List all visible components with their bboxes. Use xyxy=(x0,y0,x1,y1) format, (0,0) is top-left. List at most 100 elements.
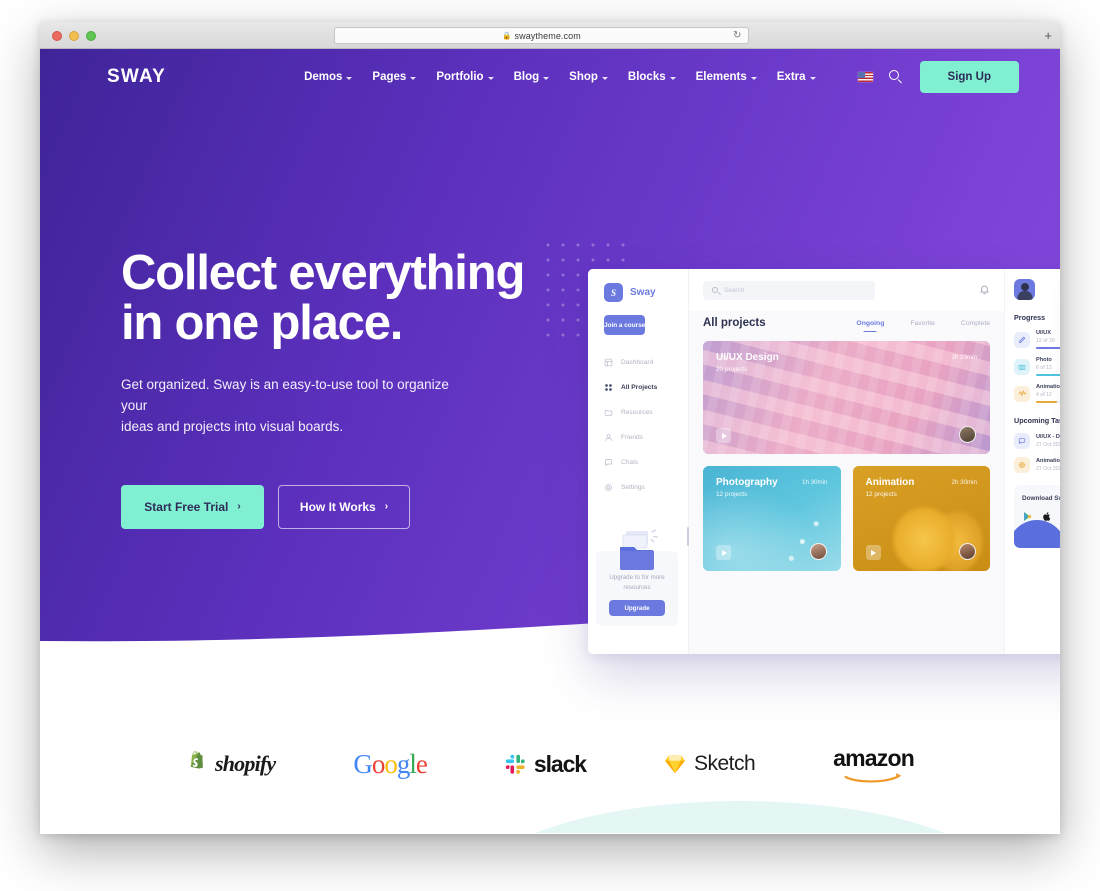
nav-item-extra[interactable]: Extra xyxy=(777,71,816,83)
app-nav-all-projects[interactable]: All Projects xyxy=(588,375,689,546)
card-subtitle: 12 projects xyxy=(865,491,897,498)
site-navbar: SWAY Demos Pages Portfolio Blog Shop Blo… xyxy=(40,49,1060,105)
download-app-card: Download Sway Now! xyxy=(1014,485,1060,549)
app-main-panel: Search All projects Ongoing Favorite Com… xyxy=(689,269,1004,654)
card-duration: 1h 30min xyxy=(802,479,828,486)
task-date: 27 Oct 2020, 09:00 xyxy=(1036,442,1060,448)
browser-window: 🔒 swaytheme.com ↻ + SWAY Demos Pages Por… xyxy=(40,22,1060,834)
project-grid: UI/UX Design 20 projects 2h 20min Photog… xyxy=(689,329,1004,571)
play-icon[interactable] xyxy=(716,428,731,443)
nav-label: Extra xyxy=(776,71,806,83)
card-subtitle: 20 projects xyxy=(716,366,748,373)
chevron-down-icon xyxy=(410,76,417,80)
join-course-button[interactable]: Join a course xyxy=(604,315,646,335)
logo-letter: G xyxy=(353,748,372,779)
app-search-input[interactable]: Search xyxy=(703,280,875,300)
logo-letter: e xyxy=(415,748,428,779)
project-card-photography[interactable]: Photography 12 projects 1h 30min xyxy=(703,466,841,571)
task-date: 27 Oct 2020, 11:00 xyxy=(1036,466,1060,472)
logo-amazon: amazon xyxy=(833,742,915,786)
nav-item-blog[interactable]: Blog xyxy=(514,71,550,83)
tab-ongoing[interactable]: Ongoing xyxy=(856,320,884,327)
how-it-works-button[interactable]: How It Works › xyxy=(278,484,410,529)
app-nav-dashboard[interactable]: Dashboard xyxy=(588,350,688,375)
logo-label: shopify xyxy=(214,751,276,776)
chevron-down-icon xyxy=(809,76,816,80)
avatar xyxy=(809,543,827,560)
grid-icon xyxy=(605,384,612,391)
task-item[interactable]: UI/UX - Discussion 27 Oct 2020, 09:00 xyxy=(1014,433,1060,449)
chevron-down-icon xyxy=(601,76,608,80)
app-window: S Sway Join a course Dashboard All Proje… xyxy=(588,269,1060,654)
slack-icon xyxy=(505,754,525,774)
nav-item-blocks[interactable]: Blocks xyxy=(628,71,676,83)
us-flag-icon[interactable] xyxy=(857,72,873,82)
sign-up-button[interactable]: Sign Up xyxy=(919,61,1019,93)
nav-label: Shop xyxy=(569,71,598,83)
task-name: Animation - Review xyxy=(1036,458,1060,464)
search-icon xyxy=(712,287,718,293)
pencil-icon xyxy=(1014,331,1030,348)
nav-item-portfolio[interactable]: Portfolio xyxy=(436,71,494,83)
hero-subtitle: Get organized. Sway is an easy-to-use to… xyxy=(121,376,449,434)
nav-item-elements[interactable]: Elements xyxy=(696,71,757,83)
browser-titlebar: 🔒 swaytheme.com ↻ + xyxy=(40,22,1060,49)
tasks-title: Upcoming Task xyxy=(1014,416,1060,425)
nav-item-demos[interactable]: Demos xyxy=(304,71,353,83)
shape-icon xyxy=(1014,457,1030,473)
search-icon[interactable] xyxy=(888,69,904,85)
wave-icon xyxy=(1014,385,1030,402)
project-tabs: Ongoing Favorite Complete xyxy=(856,320,990,329)
nav-item-shop[interactable]: Shop xyxy=(569,71,608,83)
app-nav-settings[interactable]: Settings xyxy=(588,475,688,500)
window-close-button[interactable] xyxy=(52,31,62,41)
start-free-trial-button[interactable]: Start Free Trial › xyxy=(121,484,264,529)
project-card-animation[interactable]: Animation 12 projects 2h 30min xyxy=(852,466,990,571)
avatar[interactable] xyxy=(1014,279,1035,300)
app-nav-chats[interactable]: Chats xyxy=(588,450,688,475)
app-brand-name: Sway xyxy=(630,287,656,298)
chat-icon xyxy=(1014,433,1030,449)
shopify-icon xyxy=(190,751,203,769)
play-icon[interactable] xyxy=(716,545,731,560)
nav-item-pages[interactable]: Pages xyxy=(372,71,417,83)
upgrade-button[interactable]: Upgrade xyxy=(609,600,665,616)
card-title: UI/UX Design xyxy=(716,352,779,363)
nav-label: Pages xyxy=(372,71,407,83)
play-icon[interactable] xyxy=(865,545,881,560)
url-text: swaytheme.com xyxy=(514,30,581,41)
avatar xyxy=(959,426,976,443)
window-minimize-button[interactable] xyxy=(69,31,79,41)
app-nav-label: All Projects xyxy=(621,384,658,391)
project-card-uiux[interactable]: UI/UX Design 20 projects 2h 20min xyxy=(703,341,990,454)
button-label: Start Free Trial xyxy=(144,499,229,514)
logo-letter: o xyxy=(371,748,385,779)
button-label: How It Works xyxy=(299,499,376,514)
camera-icon xyxy=(1014,358,1030,375)
logo-label: amazon xyxy=(833,745,915,771)
nav-label: Blog xyxy=(513,71,540,83)
dashboard-icon xyxy=(604,358,613,367)
chevron-down-icon xyxy=(346,76,353,80)
app-nav: Dashboard All Projects Resources Friends… xyxy=(588,350,689,546)
address-bar[interactable]: 🔒 swaytheme.com ↻ xyxy=(334,27,749,44)
user-icon xyxy=(605,434,612,441)
chevron-right-icon: › xyxy=(237,501,241,513)
chevron-down-icon xyxy=(543,76,550,80)
logo-letter: g xyxy=(396,748,410,779)
lock-icon: 🔒 xyxy=(502,30,512,40)
hero-content: Collect everything in one place. Get org… xyxy=(121,248,551,529)
new-tab-button[interactable]: + xyxy=(1044,29,1052,42)
site-logo[interactable]: SWAY xyxy=(107,66,166,88)
task-item[interactable]: Animation - Review 27 Oct 2020, 11:00 xyxy=(1014,457,1060,473)
bell-icon[interactable] xyxy=(979,284,990,296)
logo-label: Sketch xyxy=(693,752,756,775)
app-right-panel: Progress UI/UX 12 of 20 Photo 6 of 12 An… xyxy=(1004,269,1060,654)
tab-complete[interactable]: Complete xyxy=(961,320,990,327)
window-maximize-button[interactable] xyxy=(86,31,96,41)
reload-icon[interactable]: ↻ xyxy=(733,31,743,41)
app-nav-friends[interactable]: Friends xyxy=(588,425,688,450)
app-nav-resources[interactable]: Resources xyxy=(588,400,688,425)
app-nav-label: Settings xyxy=(621,484,645,491)
tab-favorite[interactable]: Favorite xyxy=(910,320,935,327)
